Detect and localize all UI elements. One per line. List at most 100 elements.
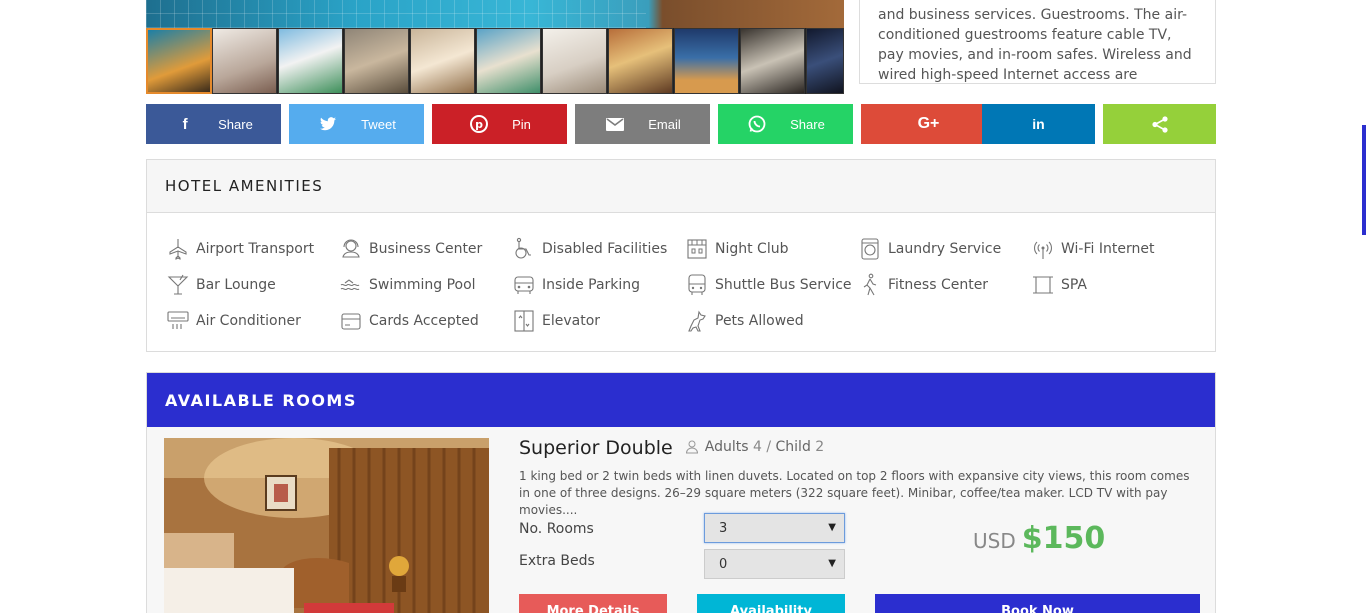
elevator-icon: [514, 310, 534, 332]
amenity-pets-allowed: Pets Allowed: [685, 309, 804, 333]
gallery-main-image: [146, 0, 844, 28]
amenity-label: Disabled Facilities: [542, 241, 668, 257]
gallery-thumbnail[interactable]: [739, 28, 806, 94]
book-now-button[interactable]: Book Now: [875, 594, 1200, 613]
amenity-wifi-internet: Wi-Fi Internet: [1031, 237, 1154, 261]
car-icon: [514, 276, 534, 294]
amenity-label: Shuttle Bus Service: [715, 277, 852, 293]
whatsapp-icon: [746, 115, 768, 133]
occupancy-separator: /: [766, 439, 772, 455]
amenity-shuttle-bus-service: Shuttle Bus Service: [685, 273, 852, 297]
amenity-airport-transport: Airport Transport: [166, 237, 314, 261]
email-icon: [604, 117, 626, 131]
gallery-thumbnail[interactable]: [805, 28, 844, 94]
air-conditioner-icon: [167, 311, 189, 329]
email-share-button[interactable]: Email: [575, 104, 710, 144]
amenity-label: Laundry Service: [888, 241, 1002, 257]
linkedin-icon: in: [1032, 116, 1045, 132]
washing-machine-icon: [861, 238, 879, 260]
amenity-spa: SPA: [1031, 273, 1087, 297]
amenity-label: Business Center: [369, 241, 483, 257]
wifi-icon: [1033, 241, 1053, 259]
social-share-bar: f Share Tweet p Pin Email Share G+ in: [146, 104, 1216, 144]
amenity-label: Airport Transport: [196, 241, 315, 257]
linkedin-share-button[interactable]: in: [982, 104, 1095, 144]
amenity-label: Elevator: [542, 313, 601, 329]
gallery-thumbnail[interactable]: [343, 28, 410, 94]
amenity-label: SPA: [1061, 277, 1088, 293]
more-details-button[interactable]: More Details: [519, 594, 667, 613]
share-icon: [1149, 115, 1171, 133]
child-count: 2: [815, 439, 825, 455]
more-share-button[interactable]: [1103, 104, 1216, 144]
available-rooms-title: AVAILABLE ROOMS: [165, 390, 357, 410]
amenity-label: Inside Parking: [542, 277, 641, 293]
gallery-thumbnail[interactable]: [212, 28, 278, 94]
chevron-down-icon: ▼: [828, 522, 836, 533]
amenities-header: HOTEL AMENITIES: [147, 160, 1215, 213]
adults-count: 4: [752, 439, 762, 455]
rooms-count-select[interactable]: 3 ▼: [704, 513, 845, 543]
amenity-elevator: Elevator: [512, 309, 600, 333]
whatsapp-share-button[interactable]: Share: [718, 104, 853, 144]
amenity-fitness-center: Fitness Center: [858, 273, 988, 297]
wheelchair-icon: [515, 237, 531, 259]
facebook-share-button[interactable]: f Share: [146, 104, 281, 144]
amenity-label: Swimming Pool: [369, 277, 476, 293]
available-rooms-panel: AVAILABLE ROOMS Superior Double Adults 4…: [146, 372, 1216, 613]
user-icon: [685, 440, 698, 454]
amenity-cards-accepted: Cards Accepted: [339, 309, 479, 333]
amenity-night-club: Night Club: [685, 237, 789, 261]
whatsapp-share-label: Share: [790, 116, 825, 132]
price-amount: $150: [1021, 521, 1106, 556]
availability-button[interactable]: Availability: [697, 594, 845, 613]
amenity-air-conditioner: Air Conditioner: [166, 309, 301, 333]
extra-beds-value: 0: [719, 556, 728, 572]
amenity-bar-lounge: Bar Lounge: [166, 273, 276, 297]
pinterest-icon: p: [468, 115, 490, 133]
amenity-swimming-pool: Swimming Pool: [339, 273, 476, 297]
cocktail-icon: [167, 274, 189, 295]
amenity-label: Night Club: [715, 241, 789, 257]
dog-icon: [688, 310, 706, 332]
amenity-laundry-service: Laundry Service: [858, 237, 1001, 261]
facebook-share-label: Share: [218, 116, 253, 132]
credit-card-icon: [341, 313, 361, 330]
bus-icon: [688, 274, 706, 295]
twitter-share-button[interactable]: Tweet: [289, 104, 424, 144]
google-plus-share-button[interactable]: G+: [861, 104, 996, 144]
amenity-label: Fitness Center: [888, 277, 989, 293]
hotel-page: and business services. Guestrooms. The a…: [0, 0, 1366, 613]
pinterest-share-label: Pin: [512, 116, 531, 132]
email-share-label: Email: [648, 116, 681, 132]
room-photo[interactable]: [164, 438, 489, 613]
rooms-count-value: 3: [719, 520, 728, 536]
room-title: Superior Double Adults 4 / Child 2: [519, 437, 824, 459]
rooms-count-label: No. Rooms: [519, 521, 594, 537]
hotel-amenities-panel: HOTEL AMENITIES Airport Transport Busine…: [146, 159, 1216, 352]
room-name[interactable]: Superior Double: [519, 437, 673, 459]
price-currency: USD: [973, 529, 1016, 553]
gallery-thumbnail[interactable]: [475, 28, 542, 94]
gallery-thumbnail[interactable]: [541, 28, 608, 94]
room-description: 1 king bed or 2 twin beds with linen duv…: [519, 469, 1190, 517]
amenity-label: Bar Lounge: [196, 277, 276, 293]
available-rooms-header: AVAILABLE ROOMS: [147, 373, 1215, 427]
scrollbar-thumb[interactable]: [1362, 125, 1366, 235]
facebook-icon: f: [182, 115, 188, 133]
gallery-thumbnail[interactable]: [607, 28, 674, 94]
amenity-label: Cards Accepted: [369, 313, 479, 329]
description-text: and business services. Guestrooms. The a…: [878, 7, 1192, 83]
amenity-label: Wi-Fi Internet: [1061, 241, 1155, 257]
pinterest-share-button[interactable]: p Pin: [432, 104, 567, 144]
gallery-thumbnail[interactable]: [277, 28, 344, 94]
twitter-share-label: Tweet: [361, 116, 396, 132]
building-icon: [687, 239, 707, 259]
gallery-thumbnail[interactable]: [409, 28, 476, 94]
spa-icon: [1033, 276, 1053, 294]
child-label: Child: [775, 439, 811, 455]
gallery-thumbnail[interactable]: [673, 28, 740, 94]
gallery-thumbnail[interactable]: [146, 28, 212, 94]
extra-beds-label: Extra Beds: [519, 553, 595, 569]
extra-beds-select[interactable]: 0 ▼: [704, 549, 845, 579]
